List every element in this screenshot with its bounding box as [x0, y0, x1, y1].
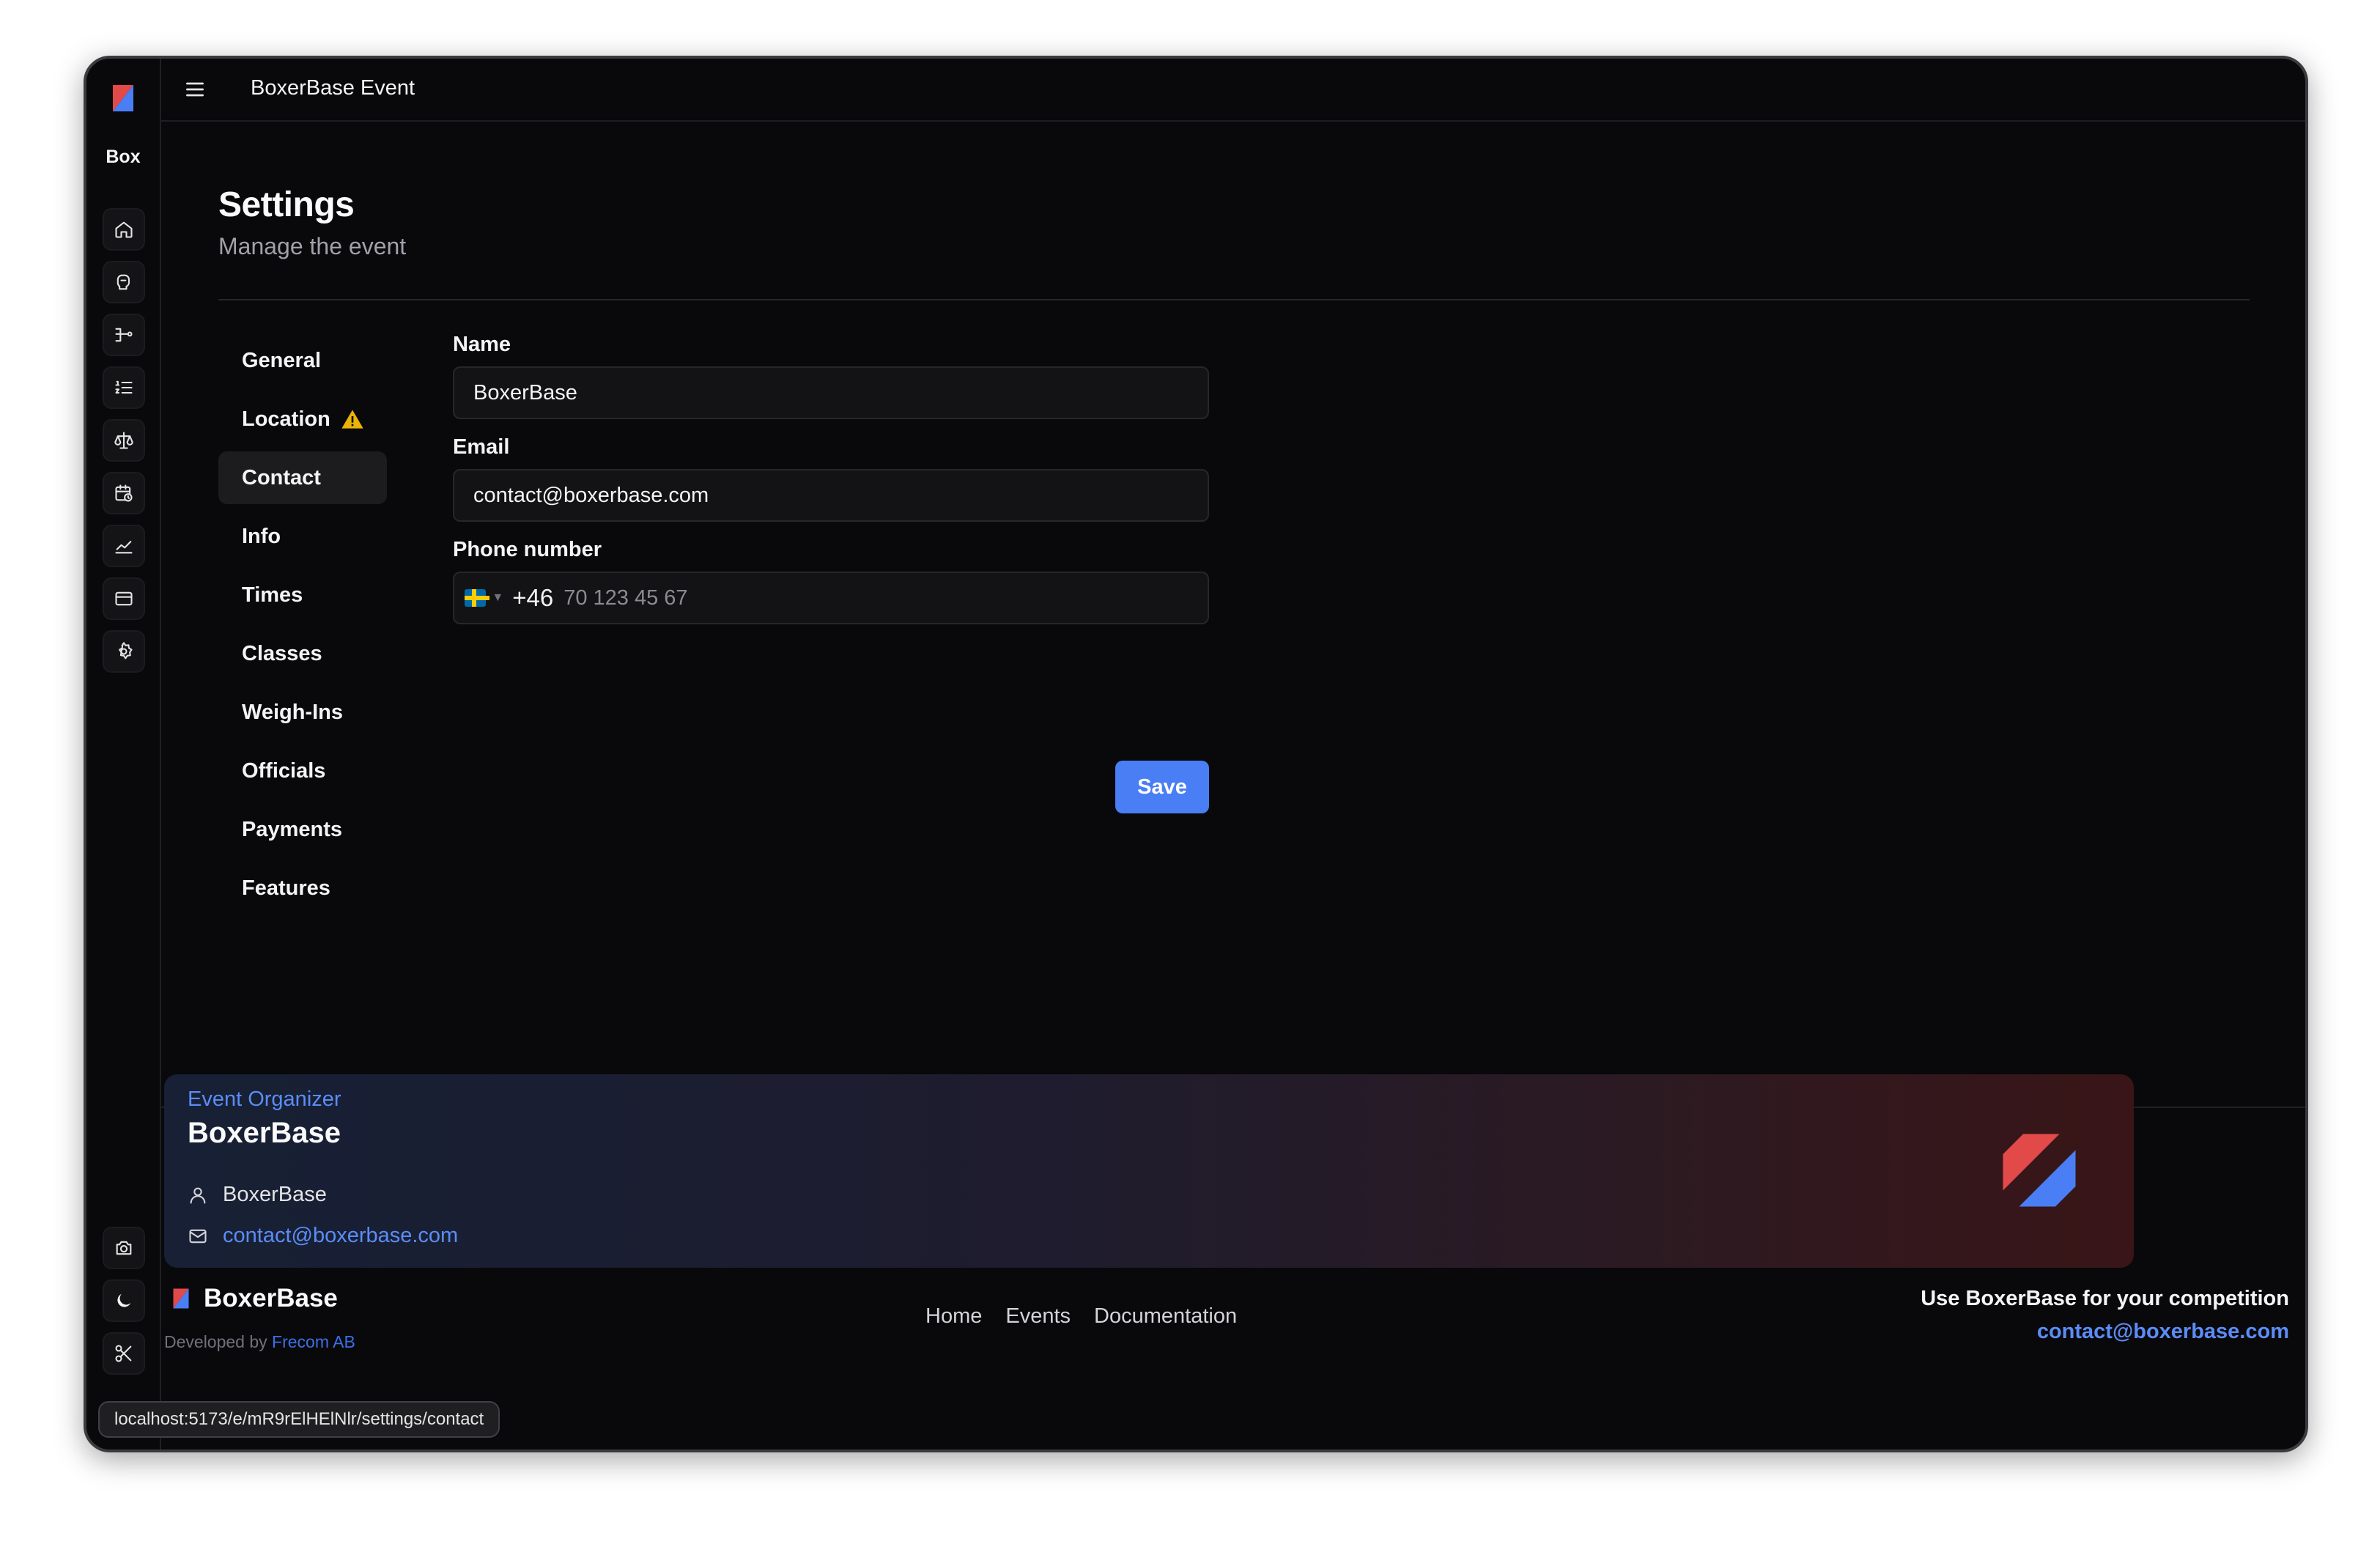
scissors-icon — [115, 1345, 132, 1362]
subnav-item-label: Features — [242, 876, 330, 900]
organizer-contact-name: BoxerBase — [188, 1183, 327, 1207]
footer-links: Home Events Documentation — [925, 1304, 1237, 1329]
subnav-item-label: Weigh-Ins — [242, 700, 344, 724]
mail-icon — [189, 1229, 207, 1243]
subnav-item-label: Payments — [242, 817, 343, 841]
subnav-item-label: Location — [242, 407, 330, 431]
footer-brand-text: BoxerBase — [204, 1284, 338, 1312]
boxerbase-logo-icon — [2003, 1134, 2076, 1207]
calendar-clock-icon — [115, 484, 133, 502]
save-button[interactable]: Save — [1115, 761, 1209, 813]
subnav-item-times[interactable]: Times — [218, 569, 387, 621]
name-field-wrapper — [453, 366, 1209, 419]
subnav-item-classes[interactable]: Classes — [218, 627, 387, 680]
subnav-item-label: Info — [242, 524, 281, 548]
footer-developed-by: Developed by Frecom AB — [164, 1332, 355, 1352]
organizer-contact-name-text: BoxerBase — [223, 1183, 327, 1206]
developer-link[interactable]: Frecom AB — [272, 1332, 355, 1351]
organizer-card: Event Organizer BoxerBase BoxerBase cont… — [164, 1074, 2134, 1268]
main-content: Settings Manage the event General Locati… — [160, 122, 2305, 1162]
subnav-item-label: General — [242, 348, 321, 372]
email-input[interactable] — [472, 482, 1208, 509]
subnav-item-contact[interactable]: Contact — [218, 451, 387, 504]
chart-icon — [115, 541, 133, 554]
dial-code: +46 — [512, 584, 554, 611]
phone-field-wrapper: ▼ +46 — [453, 572, 1209, 624]
contact-form: Name Email Phone number ▼ +46 Save — [453, 331, 1209, 813]
subnav-item-info[interactable]: Info — [218, 510, 387, 563]
rail-home-button[interactable] — [103, 208, 145, 251]
page-subtitle: Manage the event — [218, 233, 407, 259]
subnav-item-weigh-ins[interactable]: Weigh-Ins — [218, 686, 387, 739]
rail-theme-toggle[interactable] — [103, 1279, 145, 1322]
rail-schedule-button[interactable] — [103, 472, 145, 514]
rail-brackets-button[interactable] — [103, 314, 145, 356]
organizer-email-text: contact@boxerbase.com — [223, 1224, 459, 1247]
organizer-label: Event Organizer — [188, 1087, 341, 1111]
moon-icon — [117, 1293, 131, 1307]
chevron-down-icon[interactable]: ▼ — [492, 591, 503, 605]
page-title: Settings — [218, 185, 355, 224]
home-icon — [115, 221, 133, 238]
rail-bouts-button[interactable] — [103, 366, 145, 409]
footer-cta: Use BoxerBase for your competition conta… — [1921, 1287, 2289, 1344]
settings-subnav: General Location Contact Info Times Clas… — [218, 334, 387, 920]
footer-link-home[interactable]: Home — [925, 1304, 982, 1329]
rail-payments-button[interactable] — [103, 577, 145, 620]
subnav-item-label: Times — [242, 583, 303, 607]
camera-icon — [116, 1241, 132, 1255]
subnav-item-label: Classes — [242, 641, 322, 665]
list-ordered-icon — [115, 380, 133, 394]
card-icon — [115, 591, 133, 606]
organizer-name: BoxerBase — [188, 1117, 341, 1149]
footer-cta-text: Use BoxerBase for your competition — [1921, 1287, 2289, 1310]
footer-link-documentation[interactable]: Documentation — [1094, 1304, 1237, 1329]
footer-cta-email[interactable]: contact@boxerbase.com — [1921, 1320, 2289, 1344]
rail-stats-button[interactable] — [103, 525, 145, 567]
rail-brand: Box — [106, 147, 141, 167]
top-bar: BoxerBase Event — [160, 59, 2305, 122]
organizer-email-link[interactable]: contact@boxerbase.com — [188, 1224, 458, 1248]
glove-icon — [117, 274, 130, 290]
rail-settings-button[interactable] — [103, 630, 145, 673]
footer-brand[interactable]: BoxerBase — [170, 1284, 338, 1313]
developed-by-prefix: Developed by — [164, 1332, 273, 1351]
bracket-icon — [115, 328, 133, 342]
email-label: Email — [453, 435, 510, 459]
rail-screenshot-button[interactable] — [103, 1227, 145, 1269]
menu-icon[interactable] — [183, 78, 207, 101]
icon-rail: Box — [86, 59, 161, 1449]
subnav-item-payments[interactable]: Payments — [218, 803, 387, 856]
name-label: Name — [453, 333, 511, 356]
boxerbase-logo-icon — [173, 1288, 189, 1309]
subnav-item-general[interactable]: General — [218, 334, 387, 387]
header-divider — [218, 299, 2250, 300]
subnav-item-label: Contact — [242, 465, 321, 490]
rail-tools-button[interactable] — [103, 1332, 145, 1375]
app-title: BoxerBase Event — [251, 76, 415, 100]
subnav-item-features[interactable]: Features — [218, 862, 387, 915]
phone-label: Phone number — [453, 538, 602, 561]
rail-weighins-button[interactable] — [103, 419, 145, 462]
email-field-wrapper — [453, 469, 1209, 522]
subnav-item-location[interactable]: Location — [218, 393, 387, 446]
footer-link-events[interactable]: Events — [1005, 1304, 1071, 1329]
status-bar-url: localhost:5173/e/mR9rElHElNlr/settings/c… — [98, 1401, 500, 1438]
boxerbase-logo-icon[interactable] — [108, 84, 138, 113]
phone-input[interactable] — [562, 585, 1208, 611]
sweden-flag-icon[interactable] — [465, 589, 490, 607]
settings-icon — [119, 642, 133, 660]
scale-icon — [114, 432, 133, 449]
subnav-item-label: Officials — [242, 758, 326, 783]
name-input[interactable] — [472, 380, 1208, 406]
rail-boxers-button[interactable] — [103, 261, 145, 303]
warning-icon — [341, 410, 363, 429]
subnav-item-officials[interactable]: Officials — [218, 745, 387, 797]
user-icon — [190, 1187, 206, 1204]
